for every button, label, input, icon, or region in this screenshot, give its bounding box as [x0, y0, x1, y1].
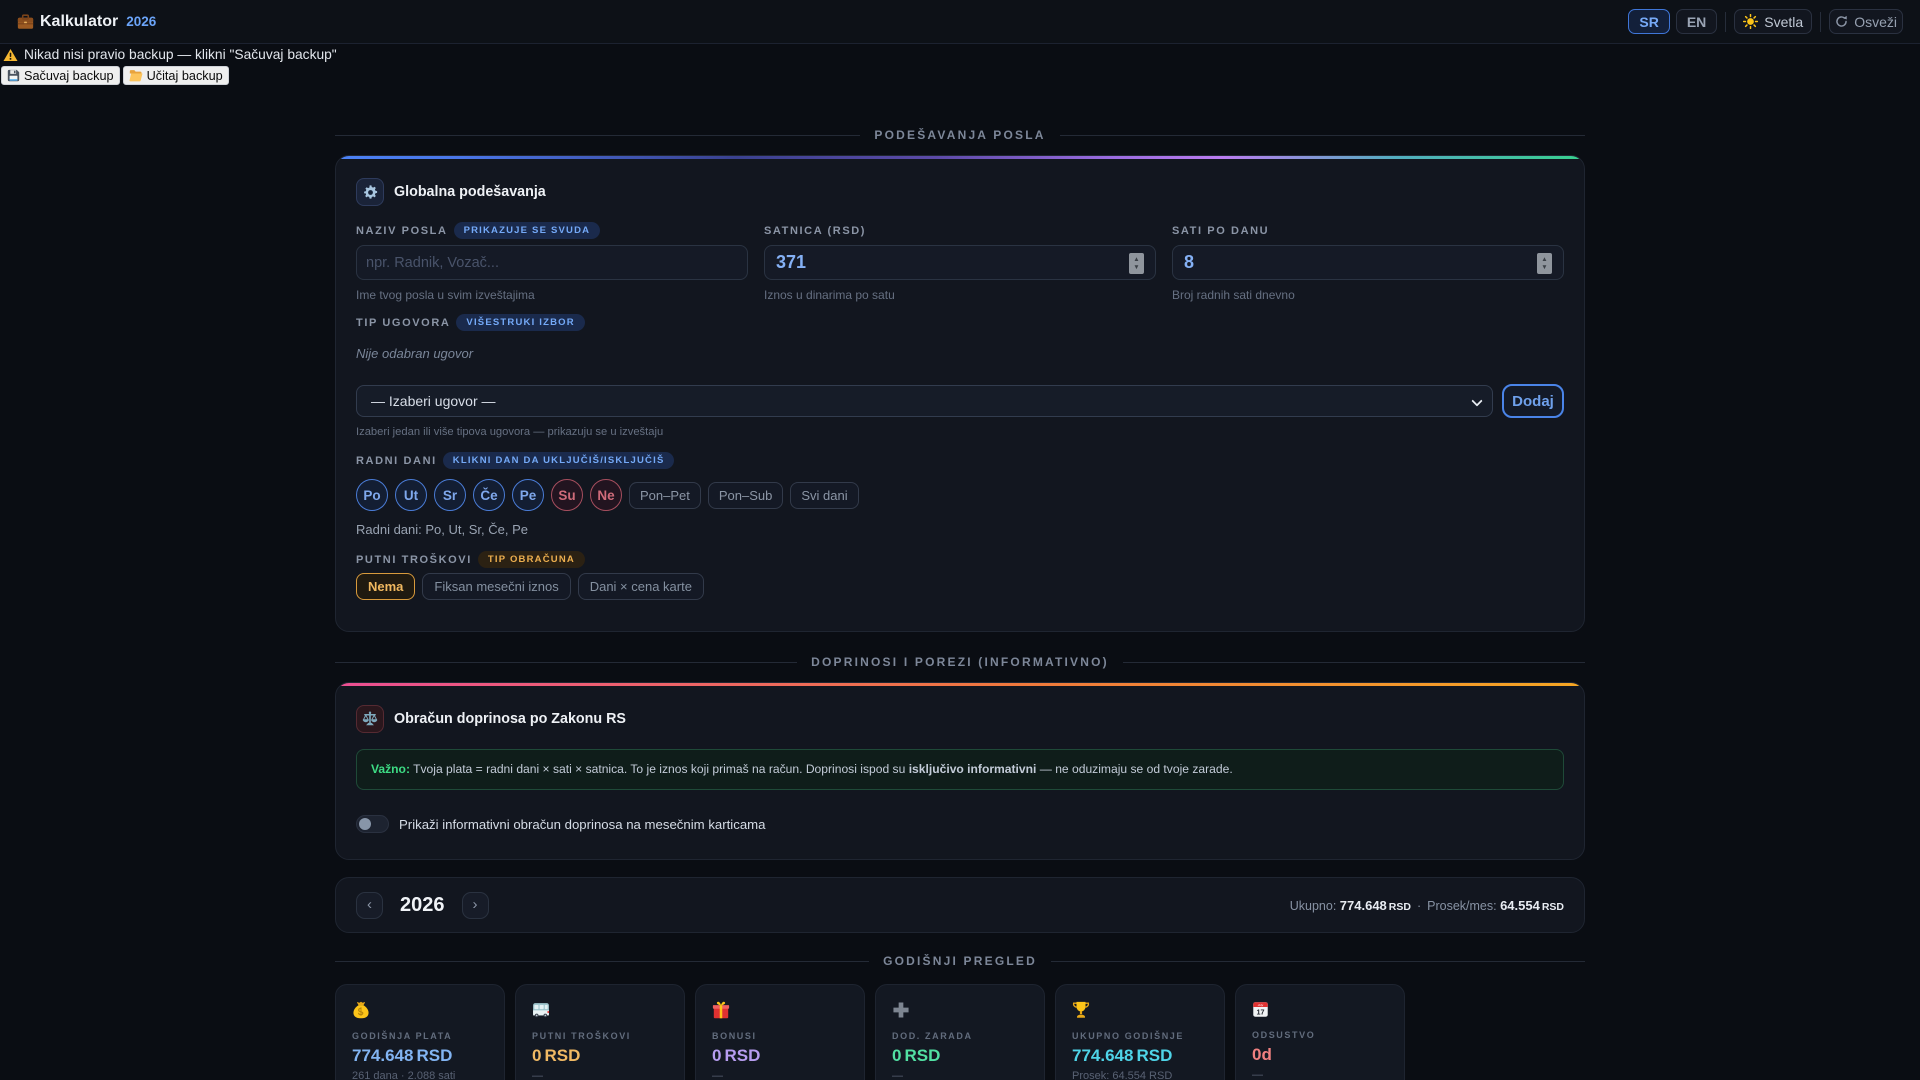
- svg-text:July: July: [1258, 1003, 1264, 1007]
- svg-text:17: 17: [1256, 1007, 1264, 1016]
